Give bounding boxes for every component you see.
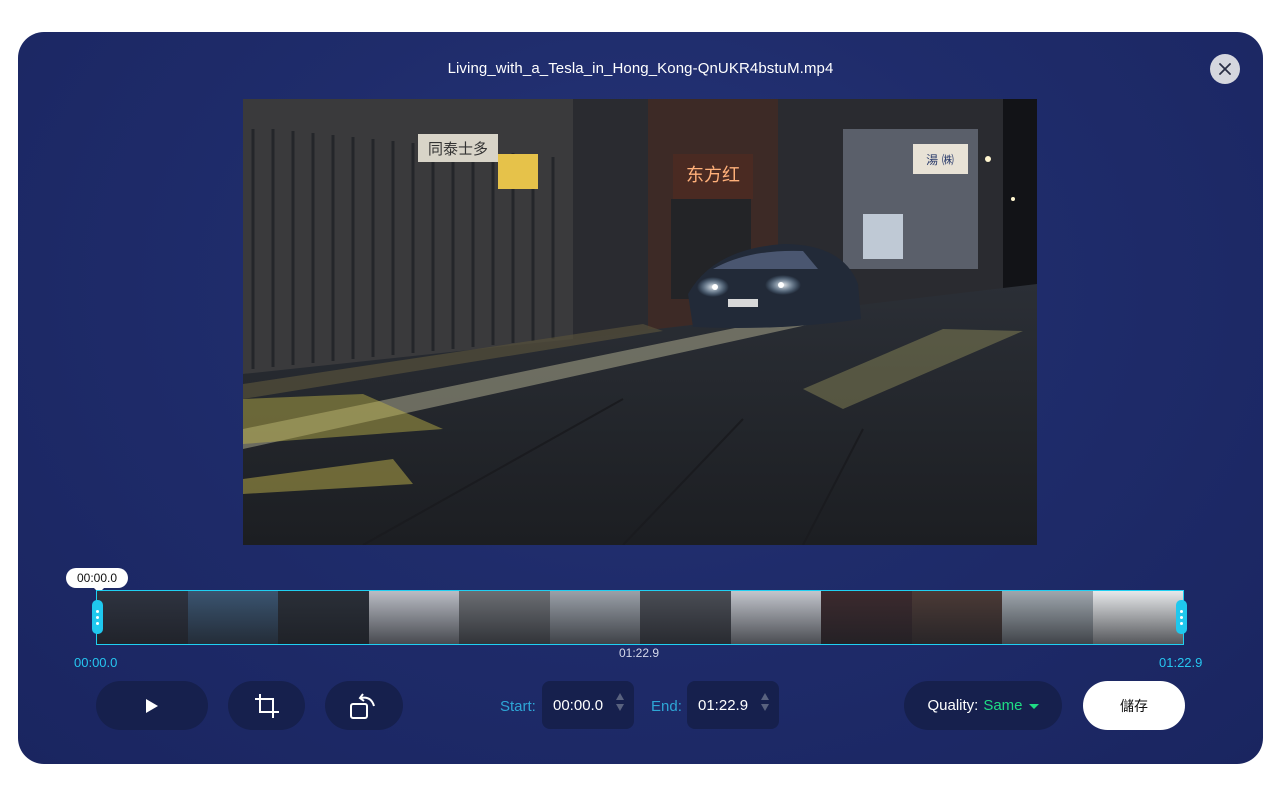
end-time-spinner[interactable]: [761, 693, 769, 711]
thumbnail: [549, 591, 640, 644]
video-trim-dialog: Living_with_a_Tesla_in_Hong_Kong-QnUKR4b…: [18, 32, 1263, 764]
thumbnail: [821, 591, 912, 644]
close-icon: [1219, 63, 1231, 75]
thumbnail: [1002, 591, 1093, 644]
decrement-icon[interactable]: [761, 704, 769, 711]
thumbnail: [368, 591, 459, 644]
trim-end-handle[interactable]: [1176, 600, 1187, 634]
crop-button[interactable]: [228, 681, 305, 730]
timeline-end-label: 01:22.9: [1159, 655, 1203, 670]
shop-sign-2: 东方红: [686, 165, 740, 186]
start-time-input[interactable]: 00:00.0: [542, 681, 634, 729]
thumbnail: [459, 591, 550, 644]
start-time-label: Start:: [500, 698, 536, 715]
quality-label: Quality:: [927, 697, 979, 714]
quality-dropdown[interactable]: Quality: Same: [904, 681, 1062, 730]
quality-value: Same: [983, 697, 1023, 714]
chevron-down-icon: [1028, 703, 1039, 709]
end-time-label: End:: [651, 698, 682, 715]
thumbnail: [187, 591, 278, 644]
timeline-start-label: 00:00.0: [74, 655, 118, 670]
rotate-button[interactable]: [325, 681, 403, 730]
video-preview[interactable]: 同泰士多 东方红 湯 ㈱: [243, 99, 1037, 545]
start-time-value: 00:00.0: [553, 696, 604, 714]
end-time-value: 01:22.9: [698, 696, 749, 714]
start-time-spinner[interactable]: [616, 693, 624, 711]
timeline-middle-label: 01:22.9: [618, 646, 660, 660]
timeline-thumbnail-strip[interactable]: [96, 590, 1184, 645]
crop-icon: [254, 693, 279, 718]
shop-sign-3: 湯 ㈱: [926, 153, 954, 167]
thumbnail: [911, 591, 1002, 644]
decrement-icon[interactable]: [616, 704, 624, 711]
dialog-title: Living_with_a_Tesla_in_Hong_Kong-QnUKR4b…: [447, 60, 834, 77]
thumbnail: [1092, 591, 1183, 644]
save-button[interactable]: 儲存: [1083, 681, 1185, 730]
current-time-tooltip: 00:00.0: [66, 568, 128, 593]
thumbnail: [278, 591, 369, 644]
increment-icon[interactable]: [616, 693, 624, 700]
trim-start-handle[interactable]: [92, 600, 103, 634]
rotate-icon: [350, 692, 375, 719]
play-button[interactable]: [96, 681, 208, 730]
end-time-input[interactable]: 01:22.9: [687, 681, 779, 729]
close-button[interactable]: [1210, 54, 1240, 84]
shop-sign-1: 同泰士多: [428, 140, 488, 158]
increment-icon[interactable]: [761, 693, 769, 700]
thumbnail: [97, 591, 188, 644]
thumbnail: [730, 591, 821, 644]
thumbnail: [640, 591, 731, 644]
play-icon: [146, 698, 158, 713]
